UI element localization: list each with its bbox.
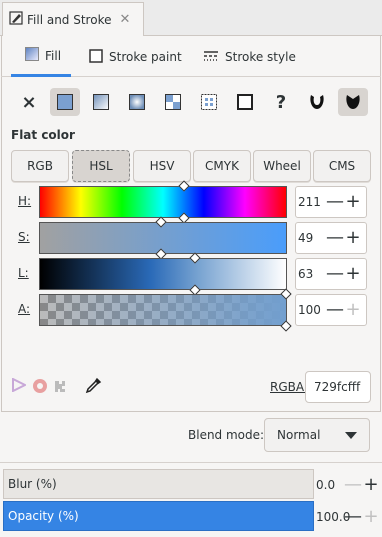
lightness-label: L: [18,266,29,280]
saturation-value[interactable]: 49 [296,231,326,245]
hue-spinbox[interactable]: 211 — + [295,186,367,218]
flat-color-icon [57,94,73,110]
hue-value[interactable]: 211 [296,195,326,209]
opacity-stepper[interactable]: — + [344,506,380,527]
opacity-label: Opacity (%) [8,509,79,523]
fill-rule-nonzero-icon [346,95,360,109]
saturation-spinbox[interactable]: 49 — + [295,222,367,254]
fill-rule-nonzero-button[interactable] [338,88,368,116]
too-much-ink-icon[interactable] [52,378,68,397]
saturation-slider[interactable] [39,216,287,260]
out-of-gamut-icon[interactable] [32,378,48,397]
radial-gradient-icon [129,94,145,110]
increment-icon[interactable]: + [344,193,362,211]
blur-value[interactable]: 0.0 [316,478,335,492]
saturation-label: S: [18,230,30,244]
blend-mode-select[interactable]: Normal [264,418,370,452]
linear-gradient-button[interactable] [86,88,116,116]
pattern-button[interactable] [158,88,188,116]
decrement-icon[interactable]: — [344,506,362,527]
mode-hsv-button[interactable]: HSV [133,150,191,182]
tab-stroke-paint-label: Stroke paint [109,50,182,64]
decrement-icon[interactable]: — [326,301,344,319]
stroke-paint-icon [89,48,103,66]
rgba-label: RGBA: [270,380,308,394]
fill-swatch-icon [25,47,39,64]
rgba-input[interactable] [305,371,371,403]
increment-icon[interactable]: + [344,229,362,247]
tab-fill[interactable]: Fill [11,37,71,77]
blur-stepper[interactable]: — + [344,474,380,495]
unset-paint-icon: ? [275,91,287,113]
fill-rule-evenodd-button[interactable] [302,88,332,116]
decrement-icon[interactable]: — [344,474,362,495]
decrement-icon[interactable]: — [326,229,344,247]
mesh-gradient-button[interactable] [230,88,260,116]
lightness-spinbox[interactable]: 63 — + [295,258,367,290]
alpha-label: A: [18,302,31,316]
no-paint-icon: × [21,91,37,113]
increment-icon[interactable]: + [344,265,362,283]
swatch-button[interactable] [194,88,224,116]
tab-fill-label: Fill [45,48,62,63]
mode-rgb-button[interactable]: RGB [11,150,69,182]
opacity-slider[interactable]: Opacity (%) [3,501,314,531]
close-icon[interactable]: ✕ [119,12,130,27]
flat-color-label: Flat color [11,128,75,142]
flat-color-button[interactable] [50,88,80,116]
lightness-value[interactable]: 63 [296,267,326,281]
alpha-spinbox[interactable]: 100 — + [295,294,367,326]
divider [0,462,382,463]
hue-slider[interactable] [39,180,287,224]
alpha-value[interactable]: 100 [296,303,326,317]
mode-wheel-button[interactable]: Wheel [253,150,311,182]
mode-hsl-button[interactable]: HSL [72,150,130,182]
hue-label: H: [18,194,32,208]
alpha-slider[interactable] [39,288,292,332]
blend-mode-label: Blend mode: [188,428,265,442]
fill-rule-evenodd-icon [310,95,324,109]
fill-stroke-tabs: Fill Stroke paint Stroke style [1,37,381,77]
chevron-down-icon [345,432,357,439]
lightness-slider[interactable] [39,252,287,296]
pattern-icon [165,94,181,110]
color-picker-icon[interactable] [84,377,102,398]
swatch-icon [201,94,217,110]
mesh-gradient-icon [237,94,253,110]
blur-slider[interactable]: Blur (%) [3,469,314,499]
dock-tab-fill-and-stroke[interactable]: Fill and Stroke ✕ [2,2,144,36]
dock-tab-title: Fill and Stroke [27,12,112,27]
tab-stroke-style[interactable]: Stroke style [203,37,313,77]
tab-stroke-style-label: Stroke style [225,50,296,64]
fill-stroke-icon [9,11,23,28]
linear-gradient-icon [93,94,109,110]
mode-cmyk-button[interactable]: CMYK [193,150,251,182]
increment-icon[interactable]: + [344,301,362,319]
tab-stroke-paint[interactable]: Stroke paint [89,37,199,77]
blur-label: Blur (%) [8,477,57,491]
unset-paint-button[interactable]: ? [266,88,296,116]
increment-icon[interactable]: + [362,506,380,527]
stroke-style-icon [203,49,219,66]
mode-cms-button[interactable]: CMS [313,150,371,182]
radial-gradient-button[interactable] [122,88,152,116]
decrement-icon[interactable]: — [326,265,344,283]
color-managed-icon[interactable] [12,377,28,395]
no-paint-button[interactable]: × [14,88,44,116]
decrement-icon[interactable]: — [326,193,344,211]
blend-mode-value: Normal [277,428,321,442]
increment-icon[interactable]: + [362,474,380,495]
